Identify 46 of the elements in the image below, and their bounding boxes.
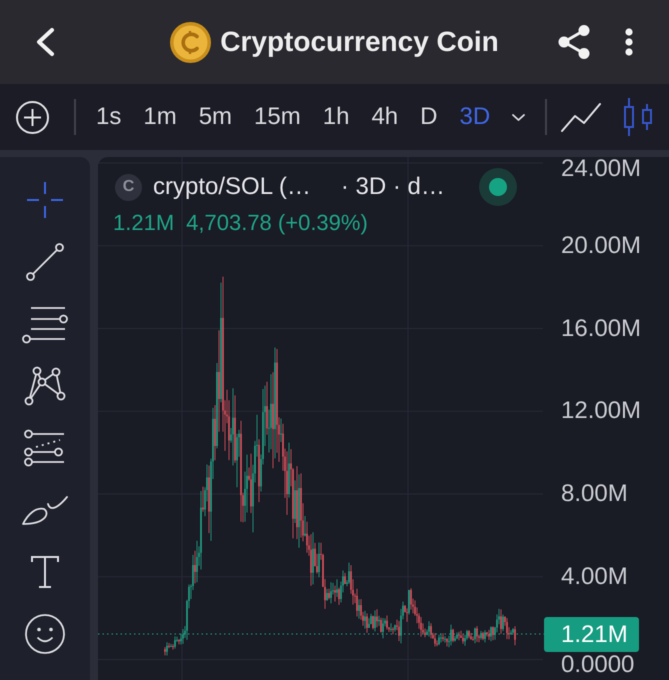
interval-tab[interactable]: D (420, 102, 438, 132)
trend-line-tool-button[interactable] (26, 240, 64, 284)
emoji-tool-button[interactable] (25, 612, 65, 656)
symbol-name: crypto/SOL (… (153, 173, 311, 201)
smiley-icon (25, 614, 65, 654)
line-chart-icon (561, 102, 602, 132)
symbol-details: · 3D · d… (340, 173, 445, 201)
trend-line-icon (26, 243, 64, 281)
interval-tab[interactable]: 5m (198, 102, 232, 132)
add-icon (16, 100, 49, 134)
price-axis-label: 20.00M (561, 234, 642, 258)
line-chart-button[interactable] (561, 102, 602, 132)
interval-tab[interactable]: 1s (96, 102, 122, 132)
candlestick-chart-button[interactable] (623, 98, 654, 136)
interval-tab[interactable]: 1h (322, 102, 350, 132)
symbol-badge: C (115, 174, 142, 200)
more-options-button[interactable] (624, 28, 633, 56)
price-change: 4,703.78 (+0.39%) (186, 210, 368, 236)
share-button[interactable] (558, 25, 590, 59)
share-icon (558, 25, 590, 59)
crosshair-icon (27, 182, 63, 218)
horizontal-lines-icon (22, 306, 68, 342)
back-icon (36, 28, 54, 56)
price-axis-label: 16.00M (561, 317, 642, 341)
interval-tab[interactable]: 4h (371, 102, 398, 132)
price-axis-label: 8.00M (561, 482, 628, 506)
add-button[interactable] (16, 100, 49, 134)
pattern-icon (25, 366, 65, 406)
text-tool-icon (31, 555, 59, 589)
price-axis-label: 12.00M (561, 399, 642, 423)
chevron-down-icon (512, 114, 525, 120)
interval-tab[interactable]: 1m (143, 102, 177, 132)
brush-icon (22, 494, 68, 526)
more-icon (624, 28, 632, 56)
coin-logo-icon (170, 22, 212, 62)
candlestick-icon (623, 98, 654, 136)
fibonacci-icon (24, 430, 66, 466)
price-axis-label: 24.00M (561, 157, 642, 181)
price-axis-label: 4.00M (561, 565, 628, 589)
interval-tab[interactable]: 15m (254, 102, 301, 132)
last-price-tag: 1.21M (544, 617, 639, 652)
pattern-tool-button[interactable] (25, 364, 65, 408)
last-value: 1.21M (113, 210, 174, 236)
back-button[interactable] (34, 27, 56, 57)
screen-title: Cryptocurrency Coin (220, 28, 499, 56)
price-axis-label: 0.0000 (561, 653, 634, 677)
